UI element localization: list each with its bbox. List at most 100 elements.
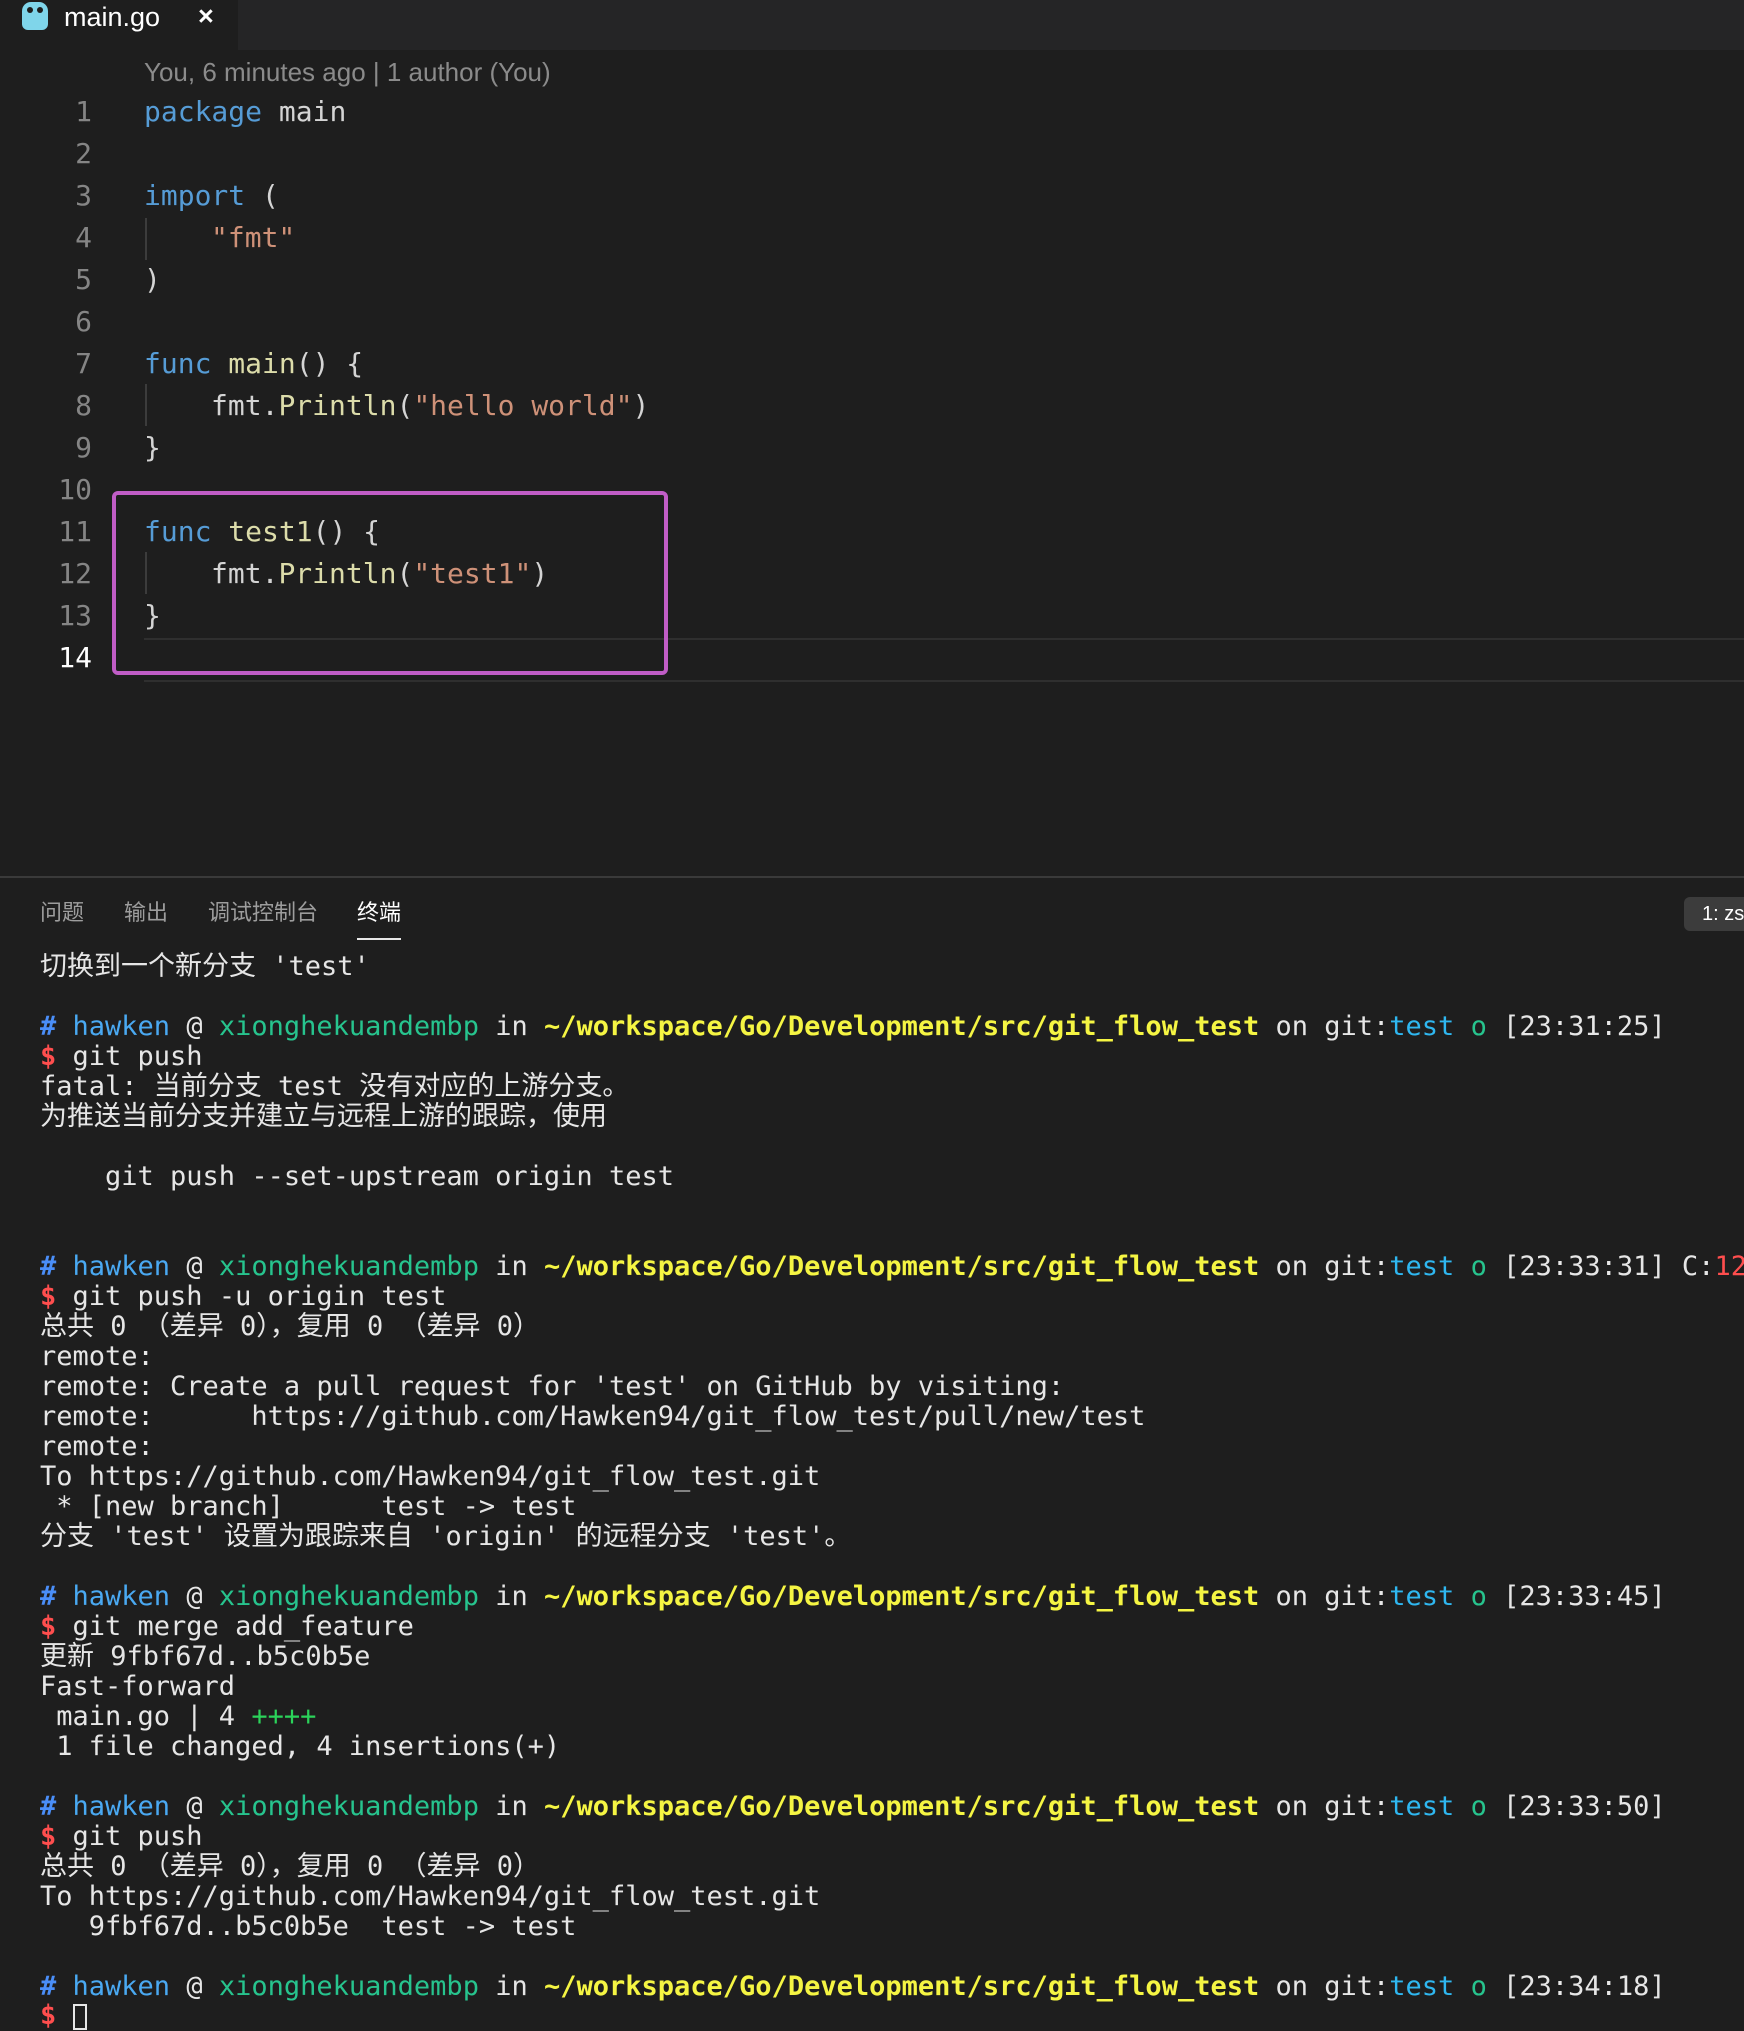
prompt-on: on git: <box>1259 1971 1390 2002</box>
prompt-time: [23:34:18] <box>1503 1971 1666 2002</box>
tab-output[interactable]: 输出 <box>124 896 168 930</box>
prompt-time: [23:33:50] <box>1503 1791 1666 1822</box>
prompt-path: ~/workspace/Go/Development/src/git_flow_… <box>543 1251 1260 1282</box>
code-line[interactable]: } <box>144 427 161 469</box>
prompt-status: o <box>1454 1011 1504 1042</box>
terminal-output: 总共 0 （差异 0），复用 0 （差异 0） <box>40 1311 541 1342</box>
line-number: 9 <box>75 431 92 464</box>
line-number: 8 <box>75 389 92 422</box>
prompt-status: o <box>1454 1251 1504 1282</box>
code-string: "fmt" <box>211 221 296 254</box>
code-line[interactable]: import ( <box>144 175 279 217</box>
prompt-at: @ <box>170 1791 219 1822</box>
code-line[interactable]: "fmt" <box>211 217 295 259</box>
exit-code-label: C: <box>1665 1251 1715 1282</box>
prompt-hash: # <box>40 1011 57 1042</box>
prompt-status: o <box>1454 1791 1504 1822</box>
terminal-output: remote: <box>40 1341 154 1372</box>
close-icon[interactable]: × <box>198 0 214 32</box>
codelens-blame[interactable]: You, 6 minutes ago | 1 author (You) <box>144 54 551 90</box>
prompt-user: hawken <box>72 1581 171 1612</box>
line-number: 11 <box>58 515 92 548</box>
prompt-hash: # <box>40 1971 57 2002</box>
prompt-at: @ <box>170 1971 219 2002</box>
terminal-output: Fast-forward <box>40 1671 236 1702</box>
prompt-user: hawken <box>72 1011 171 1042</box>
terminal-output: 9fbf67d..b5c0b5e test -> test <box>40 1911 577 1942</box>
prompt-branch: test <box>1389 1791 1455 1822</box>
terminal-prompt: # hawken @ xionghekuandembp in ~/workspa… <box>40 1252 1744 1282</box>
prompt-time: [23:33:45] <box>1503 1581 1666 1612</box>
exit-code: 128 <box>1714 1251 1744 1282</box>
terminal-output: 为推送当前分支并建立与远程上游的跟踪，使用 <box>40 1101 607 1132</box>
prompt-on: on git: <box>1259 1791 1390 1822</box>
code-keyword: import <box>144 179 246 212</box>
terminal-prompt: # hawken @ xionghekuandembp in ~/workspa… <box>40 1582 1666 1612</box>
line-number: 6 <box>75 305 92 338</box>
terminal-prompt: # hawken @ xionghekuandembp in ~/workspa… <box>40 1972 1666 2002</box>
code-text: ( <box>245 179 279 212</box>
terminal-output: To https://github.com/Hawken94/git_flow_… <box>40 1461 821 1492</box>
line-number: 1 <box>75 95 92 128</box>
prompt-host: xionghekuandembp <box>218 1971 479 2002</box>
terminal-selector[interactable]: 1: zsh <box>1684 897 1744 931</box>
prompt-hash: # <box>40 1791 57 1822</box>
prompt-on: on git: <box>1259 1251 1390 1282</box>
prompt-time: [23:33:31] <box>1503 1251 1666 1282</box>
tab-terminal[interactable]: 终端 <box>357 896 401 930</box>
code-text: ( <box>396 389 414 422</box>
line-number: 13 <box>58 599 92 632</box>
prompt-branch: test <box>1389 1011 1455 1042</box>
terminal-output: 分支 'test' 设置为跟踪来自 'origin' 的远程分支 'test'。 <box>40 1521 852 1552</box>
prompt-dollar: $ <box>40 2000 57 2031</box>
terminal-output: fatal: 当前分支 test 没有对应的上游分支。 <box>40 1071 630 1102</box>
terminal-prompt: # hawken @ xionghekuandembp in ~/workspa… <box>40 1792 1666 1822</box>
terminal-output: remote: https://github.com/Hawken94/git_… <box>40 1401 1146 1432</box>
prompt-branch: test <box>1389 1971 1455 2002</box>
terminal-command: $ git push -u origin test <box>40 1282 446 1312</box>
line-number: 12 <box>58 557 92 590</box>
line-number: 5 <box>75 263 92 296</box>
code-line[interactable]: fmt.Println("hello world") <box>211 385 649 427</box>
code-string: "hello world" <box>413 389 633 422</box>
prompt-dollar: $ <box>40 1041 57 1072</box>
prompt-on: on git: <box>1259 1011 1390 1042</box>
prompt-in: in <box>478 1011 544 1042</box>
terminal-output: 总共 0 （差异 0），复用 0 （差异 0） <box>40 1851 541 1882</box>
prompt-user: hawken <box>72 1251 171 1282</box>
prompt-branch: test <box>1389 1251 1455 1282</box>
command-text: git push -u origin test <box>56 1281 447 1312</box>
terminal-prompt: # hawken @ xionghekuandembp in ~/workspa… <box>40 1012 1666 1042</box>
code-text: main <box>262 95 347 128</box>
prompt-hash: # <box>40 1251 57 1282</box>
terminal-output: 1 file changed, 4 insertions(+) <box>40 1731 561 1762</box>
diffstat-plus: ++++ <box>251 1701 317 1732</box>
tab-problems[interactable]: 问题 <box>40 896 84 930</box>
terminal-line: 切换到一个新分支 'test' <box>40 951 370 982</box>
code-function: Println <box>278 389 397 422</box>
prompt-at: @ <box>170 1011 219 1042</box>
code-line[interactable]: ) <box>144 259 161 301</box>
prompt-branch: test <box>1389 1581 1455 1612</box>
code-line[interactable]: func main() { <box>144 343 363 385</box>
prompt-dollar: $ <box>40 1821 57 1852</box>
tab-debug-console[interactable]: 调试控制台 <box>208 896 318 930</box>
line-number: 7 <box>75 347 92 380</box>
prompt-host: xionghekuandembp <box>218 1251 479 1282</box>
terminal-command: $ git push <box>40 1822 203 1852</box>
line-number: 2 <box>75 137 92 170</box>
line-number: 10 <box>58 473 92 506</box>
prompt-on: on git: <box>1259 1581 1390 1612</box>
terminal-input-line[interactable]: $ <box>40 2001 87 2031</box>
prompt-dollar: $ <box>40 1281 57 1312</box>
code-line[interactable]: package main <box>144 91 346 133</box>
prompt-host: xionghekuandembp <box>218 1581 479 1612</box>
command-text: git push <box>56 1041 203 1072</box>
terminal-command: $ git merge add_feature <box>40 1612 414 1642</box>
tab-filename: main.go <box>64 2 161 32</box>
go-file-icon <box>22 2 48 30</box>
prompt-path: ~/workspace/Go/Development/src/git_flow_… <box>543 1971 1260 2002</box>
code-keyword: package <box>144 95 263 128</box>
tab-main-go[interactable]: main.go × <box>0 0 238 50</box>
panel-divider[interactable] <box>0 876 1744 878</box>
